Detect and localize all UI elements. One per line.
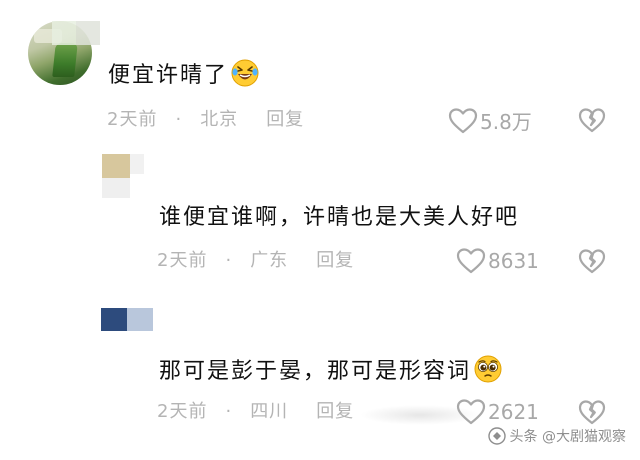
broken-heart-icon[interactable] (578, 398, 606, 426)
comment-time: 2天前 (157, 401, 208, 422)
heart-icon (456, 399, 486, 425)
avatar[interactable] (101, 308, 153, 331)
comment-text: 便宜许晴了 (108, 58, 260, 91)
comment-location: 四川 (250, 401, 289, 422)
comment-meta: 2天前 · 四川 回复 (157, 400, 354, 424)
username-mosaic (130, 154, 144, 174)
reply-button[interactable]: 回复 (266, 108, 304, 132)
heart-icon (456, 248, 486, 274)
broken-heart-icon[interactable] (578, 106, 606, 134)
broken-heart-icon[interactable] (578, 247, 606, 275)
comment-thread: 便宜许晴了 2天前 · 北京 回复 5.8万 谁便宜谁啊，许晴也是大美人好吧 2… (0, 0, 640, 460)
username-mosaic (52, 21, 100, 45)
heart-icon (448, 107, 478, 133)
like-count: 8631 (488, 249, 539, 273)
comment-time: 2天前 (107, 109, 158, 130)
avatar-top-mosaic (102, 154, 130, 178)
avatar-bottom-mosaic (102, 178, 130, 198)
rolling-on-floor-laughing-emoji (231, 59, 259, 87)
comment-body: 便宜许晴了 (108, 63, 229, 88)
reply-button[interactable]: 回复 (316, 400, 354, 424)
like-count: 5.8万 (480, 110, 532, 134)
toutiao-logo-icon (487, 427, 506, 445)
watermark-text: 头条 @大剧猫观察 (509, 429, 626, 445)
like-button[interactable]: 5.8万 (448, 106, 532, 135)
comment-meta: 2天前 · 广东 回复 (157, 249, 354, 273)
like-button[interactable]: 8631 (456, 247, 539, 275)
comment-meta: 2天前 · 北京 回复 (107, 108, 304, 132)
comment-location: 广东 (250, 250, 289, 271)
comment-location: 北京 (200, 109, 239, 130)
meta-separator: · (175, 109, 183, 130)
comment-text: 那可是彭于晏，那可是形容词 (159, 354, 503, 387)
avatar-plant (52, 43, 78, 77)
comment-body: 那可是彭于晏，那可是形容词 (159, 359, 472, 384)
avatar-right-mosaic (127, 308, 153, 331)
meta-separator: · (225, 250, 233, 271)
meta-separator: · (225, 401, 233, 422)
watermark: 头条 @大剧猫观察 (487, 426, 626, 446)
like-count: 2621 (488, 400, 539, 424)
avatar-left-mosaic (101, 308, 127, 331)
comment-time: 2天前 (157, 250, 208, 271)
like-button[interactable]: 2621 (456, 398, 539, 426)
pleading-face-emoji (474, 355, 502, 383)
avatar[interactable] (102, 154, 130, 198)
reply-button[interactable]: 回复 (316, 249, 354, 273)
comment-text: 谁便宜谁啊，许晴也是大美人好吧 (159, 205, 520, 230)
